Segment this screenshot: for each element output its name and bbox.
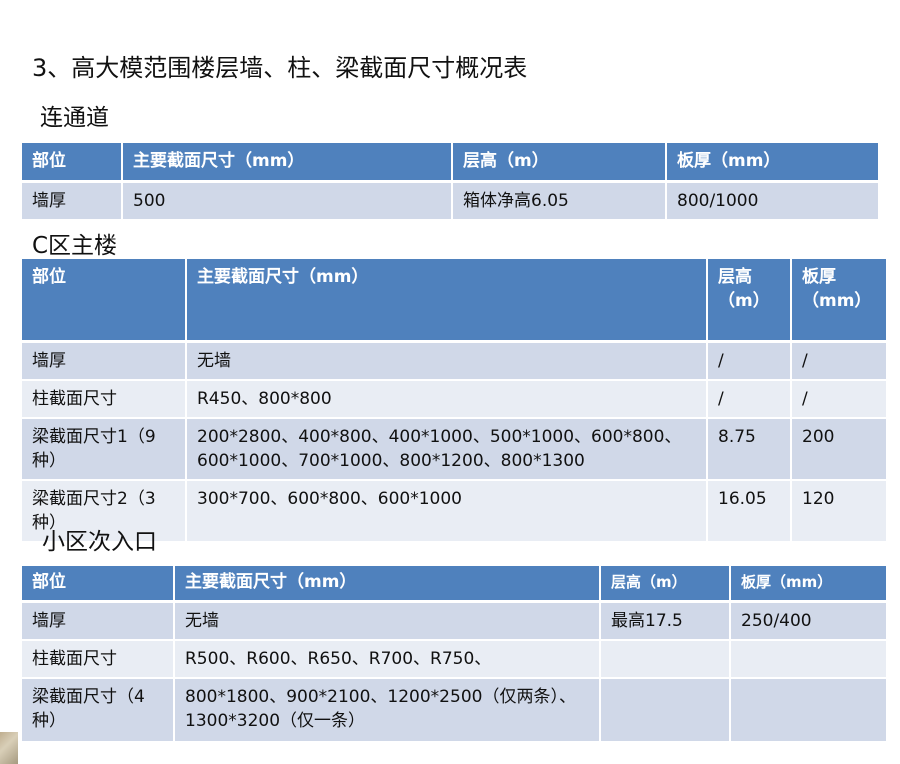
header-location: 部位 <box>22 143 123 183</box>
cell-section-size: 无墙 <box>187 343 708 381</box>
cell-floor-height <box>601 641 731 679</box>
cell-slab-thickness: 250/400 <box>731 603 886 641</box>
cell-location: 梁截面尺寸1（9种） <box>22 419 187 481</box>
cell-location: 柱截面尺寸 <box>22 381 187 419</box>
cell-slab-thickness: 120 <box>792 481 886 543</box>
table-row: 梁截面尺寸（4种） 800*1800、900*2100、1200*2500（仅两… <box>22 679 886 743</box>
cell-slab-thickness: 800/1000 <box>667 183 878 221</box>
cell-location: 墙厚 <box>22 343 187 381</box>
table-header-row: 部位 主要截面尺寸（mm） 层高（m） 板厚（mm） <box>22 566 886 603</box>
cell-location: 墙厚 <box>22 183 123 221</box>
background-photo-fragment <box>0 732 18 764</box>
header-slab-thickness: 板厚（mm） <box>792 259 886 343</box>
cell-location: 柱截面尺寸 <box>22 641 175 679</box>
cell-slab-thickness <box>731 641 886 679</box>
cell-slab-thickness: / <box>792 343 886 381</box>
cell-section-size: 无墙 <box>175 603 601 641</box>
cell-section-size: R450、800*800 <box>187 381 708 419</box>
cell-section-size: 500 <box>123 183 453 221</box>
section-heading-zone-c-main-building: C区主楼 <box>32 233 118 259</box>
table-header-row: 部位 主要截面尺寸（mm） 层高（m） 板厚（mm） <box>22 259 886 343</box>
cell-floor-height: 16.05 <box>708 481 792 543</box>
cell-floor-height: 8.75 <box>708 419 792 481</box>
header-section-size: 主要截面尺寸（mm） <box>123 143 453 183</box>
cell-slab-thickness: 200 <box>792 419 886 481</box>
table-row: 柱截面尺寸 R450、800*800 / / <box>22 381 886 419</box>
cell-floor-height: 箱体净高6.05 <box>453 183 667 221</box>
cell-section-size: 300*700、600*800、600*1000 <box>187 481 708 543</box>
header-floor-height: 层高（m） <box>708 259 792 343</box>
header-slab-thickness: 板厚（mm） <box>731 566 886 603</box>
cell-floor-height: / <box>708 381 792 419</box>
header-floor-height: 层高（m） <box>453 143 667 183</box>
table-zone-c-main-building: 部位 主要截面尺寸（mm） 层高（m） 板厚（mm） 墙厚 无墙 / / 柱截面… <box>22 259 886 543</box>
cell-section-size: 200*2800、400*800、400*1000、500*1000、600*8… <box>187 419 708 481</box>
cell-section-size: R500、R600、R650、R700、R750、 <box>175 641 601 679</box>
cell-section-size: 800*1800、900*2100、1200*2500（仅两条）、1300*32… <box>175 679 601 743</box>
header-slab-thickness: 板厚（mm） <box>667 143 878 183</box>
table-row: 墙厚 无墙 / / <box>22 343 886 381</box>
header-location: 部位 <box>22 259 187 343</box>
table-row: 梁截面尺寸1（9种） 200*2800、400*800、400*1000、500… <box>22 419 886 481</box>
table-connecting-passage: 部位 主要截面尺寸（mm） 层高（m） 板厚（mm） 墙厚 500 箱体净高6.… <box>22 143 878 221</box>
table-secondary-entrance: 部位 主要截面尺寸（mm） 层高（m） 板厚（mm） 墙厚 无墙 最高17.5 … <box>22 566 886 743</box>
table-row: 墙厚 无墙 最高17.5 250/400 <box>22 603 886 641</box>
cell-floor-height: 最高17.5 <box>601 603 731 641</box>
section-heading-secondary-entrance: 小区次入口 <box>42 529 157 555</box>
header-section-size: 主要截面尺寸（mm） <box>187 259 708 343</box>
section-heading-connecting-passage: 连通道 <box>40 105 109 131</box>
cell-location: 墙厚 <box>22 603 175 641</box>
table-row: 墙厚 500 箱体净高6.05 800/1000 <box>22 183 878 221</box>
header-section-size: 主要截面尺寸（mm） <box>175 566 601 603</box>
cell-floor-height: / <box>708 343 792 381</box>
table-row: 柱截面尺寸 R500、R600、R650、R700、R750、 <box>22 641 886 679</box>
header-location: 部位 <box>22 566 175 603</box>
cell-floor-height <box>601 679 731 743</box>
header-floor-height: 层高（m） <box>601 566 731 603</box>
cell-location: 梁截面尺寸（4种） <box>22 679 175 743</box>
cell-slab-thickness <box>731 679 886 743</box>
page-title: 3、高大模范围楼层墙、柱、梁截面尺寸概况表 <box>32 54 528 82</box>
cell-slab-thickness: / <box>792 381 886 419</box>
table-header-row: 部位 主要截面尺寸（mm） 层高（m） 板厚（mm） <box>22 143 878 183</box>
